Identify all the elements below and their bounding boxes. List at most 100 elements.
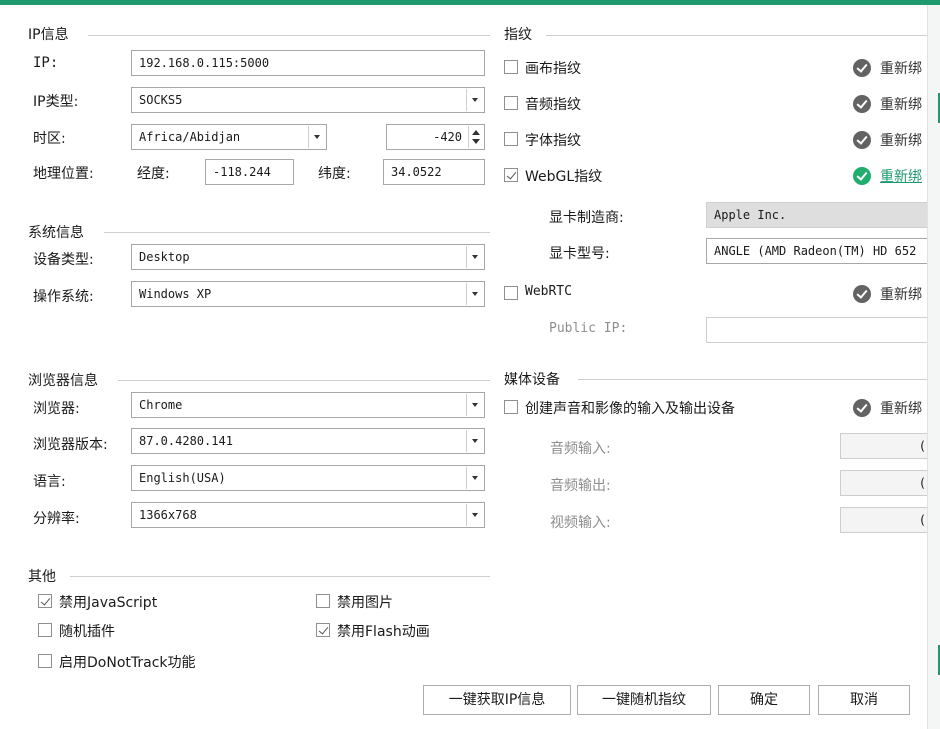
webgl-rebind-link[interactable]: 重新绑 xyxy=(880,166,928,186)
browser-section-divider xyxy=(118,380,490,381)
browser-value: Chrome xyxy=(139,398,183,412)
check-circle-icon xyxy=(853,285,871,303)
media-rebind-button[interactable]: 重新绑 xyxy=(880,398,928,418)
video-input-label: 视频输入: xyxy=(550,515,611,531)
right-edge-panel xyxy=(927,5,940,729)
check-circle-icon xyxy=(853,399,871,417)
fingerprint-section-title: 指纹 xyxy=(504,27,532,43)
other-section-title: 其他 xyxy=(28,569,56,585)
device-type-value: Desktop xyxy=(139,250,190,264)
device-type-label: 设备类型: xyxy=(33,252,94,268)
audio-output-label: 音频输出: xyxy=(550,478,611,494)
audio-rebind-button[interactable]: 重新绑 xyxy=(880,94,928,114)
font-fp-checkbox[interactable] xyxy=(504,132,518,146)
media-section-divider xyxy=(578,379,927,380)
dnt-checkbox[interactable] xyxy=(38,654,52,668)
resolution-label: 分辨率: xyxy=(33,511,80,527)
fetch-ip-button[interactable]: 一键获取IP信息 xyxy=(423,685,571,715)
audio-fp-checkbox[interactable] xyxy=(504,96,518,110)
dnt-label: 启用DoNotTrack功能 xyxy=(59,655,196,671)
chevron-down-icon[interactable] xyxy=(466,467,483,489)
check-circle-icon xyxy=(853,59,871,77)
resolution-select[interactable]: 1366x768 xyxy=(131,502,485,528)
create-devices-label: 创建声音和影像的输入及输出设备 xyxy=(525,401,735,417)
chevron-down-icon[interactable] xyxy=(466,504,483,526)
webgl-fp-label: WebGL指纹 xyxy=(525,169,603,185)
geo-label: 地理位置: xyxy=(33,166,94,182)
browser-select[interactable]: Chrome xyxy=(131,392,485,418)
browser-version-select[interactable]: 87.0.4280.141 xyxy=(131,428,485,454)
browser-version-value: 87.0.4280.141 xyxy=(139,434,233,448)
latitude-input[interactable]: 34.0522 xyxy=(383,159,485,185)
latitude-label: 纬度: xyxy=(318,166,351,182)
window-top-bar xyxy=(0,0,940,5)
ip-section-divider xyxy=(88,35,490,36)
ip-type-value: SOCKS5 xyxy=(139,93,183,107)
os-select[interactable]: Windows XP xyxy=(131,281,485,307)
disable-images-label: 禁用图片 xyxy=(337,595,393,611)
webrtc-rebind-button[interactable]: 重新绑 xyxy=(880,284,928,304)
create-devices-checkbox[interactable] xyxy=(504,400,518,414)
video-input-field: ( xyxy=(840,507,927,533)
timezone-offset-spinner[interactable]: -420 xyxy=(386,124,485,150)
random-fingerprint-button[interactable]: 一键随机指纹 xyxy=(577,685,711,715)
browser-label: 浏览器: xyxy=(33,401,80,417)
audio-output-field: ( xyxy=(840,470,927,496)
media-section-title: 媒体设备 xyxy=(504,372,560,388)
longitude-label: 经度: xyxy=(137,166,170,182)
gpu-model-field: ANGLE (AMD Radeon(TM) HD 652 xyxy=(706,238,927,264)
system-section-title: 系统信息 xyxy=(28,225,84,241)
resolution-value: 1366x768 xyxy=(139,508,197,522)
chevron-down-icon[interactable] xyxy=(466,246,483,268)
ok-button[interactable]: 确定 xyxy=(718,685,810,715)
webgl-fp-checkbox[interactable] xyxy=(504,168,518,182)
chevron-down-icon[interactable] xyxy=(466,394,483,416)
audio-input-label: 音频输入: xyxy=(550,441,611,457)
check-circle-icon xyxy=(853,167,871,185)
chevron-down-icon[interactable] xyxy=(466,430,483,452)
language-label: 语言: xyxy=(33,474,66,490)
random-plugins-checkbox[interactable] xyxy=(38,623,52,637)
longitude-input[interactable]: -118.244 xyxy=(205,159,294,185)
canvas-fp-checkbox[interactable] xyxy=(504,60,518,74)
public-ip-field[interactable] xyxy=(706,317,927,343)
chevron-down-icon[interactable] xyxy=(466,283,483,305)
disable-js-checkbox[interactable] xyxy=(38,594,52,608)
language-value: English(USA) xyxy=(139,471,226,485)
font-rebind-button[interactable]: 重新绑 xyxy=(880,130,928,150)
public-ip-label: Public IP: xyxy=(549,321,628,336)
ip-section-title: IP信息 xyxy=(28,27,69,43)
gpu-vendor-field: Apple Inc. xyxy=(706,202,927,228)
gpu-model-label: 显卡型号: xyxy=(549,246,610,262)
other-section-divider xyxy=(70,576,490,577)
os-value: Windows XP xyxy=(139,287,212,301)
timezone-select[interactable]: Africa/Abidjan xyxy=(131,124,327,150)
system-section-divider xyxy=(104,232,490,233)
disable-js-label: 禁用JavaScript xyxy=(59,595,158,611)
timezone-label: 时区: xyxy=(33,131,66,147)
chevron-down-icon[interactable] xyxy=(466,89,483,111)
disable-images-checkbox[interactable] xyxy=(316,594,330,608)
ip-label: IP: xyxy=(33,55,59,71)
cancel-button[interactable]: 取消 xyxy=(818,685,910,715)
language-select[interactable]: English(USA) xyxy=(131,465,485,491)
device-type-select[interactable]: Desktop xyxy=(131,244,485,270)
ip-type-label: IP类型: xyxy=(33,94,79,110)
check-circle-icon xyxy=(853,131,871,149)
canvas-rebind-button[interactable]: 重新绑 xyxy=(880,58,928,78)
timezone-offset-value: -420 xyxy=(433,130,462,144)
browser-section-title: 浏览器信息 xyxy=(28,373,98,389)
timezone-value: Africa/Abidjan xyxy=(139,130,241,144)
disable-flash-checkbox[interactable] xyxy=(316,623,330,637)
ip-input[interactable]: 192.168.0.115:5000 xyxy=(131,50,485,76)
random-plugins-label: 随机插件 xyxy=(59,624,115,640)
spinner-arrows-icon[interactable] xyxy=(468,126,483,148)
chevron-down-icon[interactable] xyxy=(308,126,325,148)
check-circle-icon xyxy=(853,95,871,113)
font-fp-label: 字体指纹 xyxy=(525,133,581,149)
ip-type-select[interactable]: SOCKS5 xyxy=(131,87,485,113)
webrtc-checkbox[interactable] xyxy=(504,286,518,300)
disable-flash-label: 禁用Flash动画 xyxy=(337,624,430,640)
os-label: 操作系统: xyxy=(33,289,94,305)
browser-version-label: 浏览器版本: xyxy=(33,437,108,453)
